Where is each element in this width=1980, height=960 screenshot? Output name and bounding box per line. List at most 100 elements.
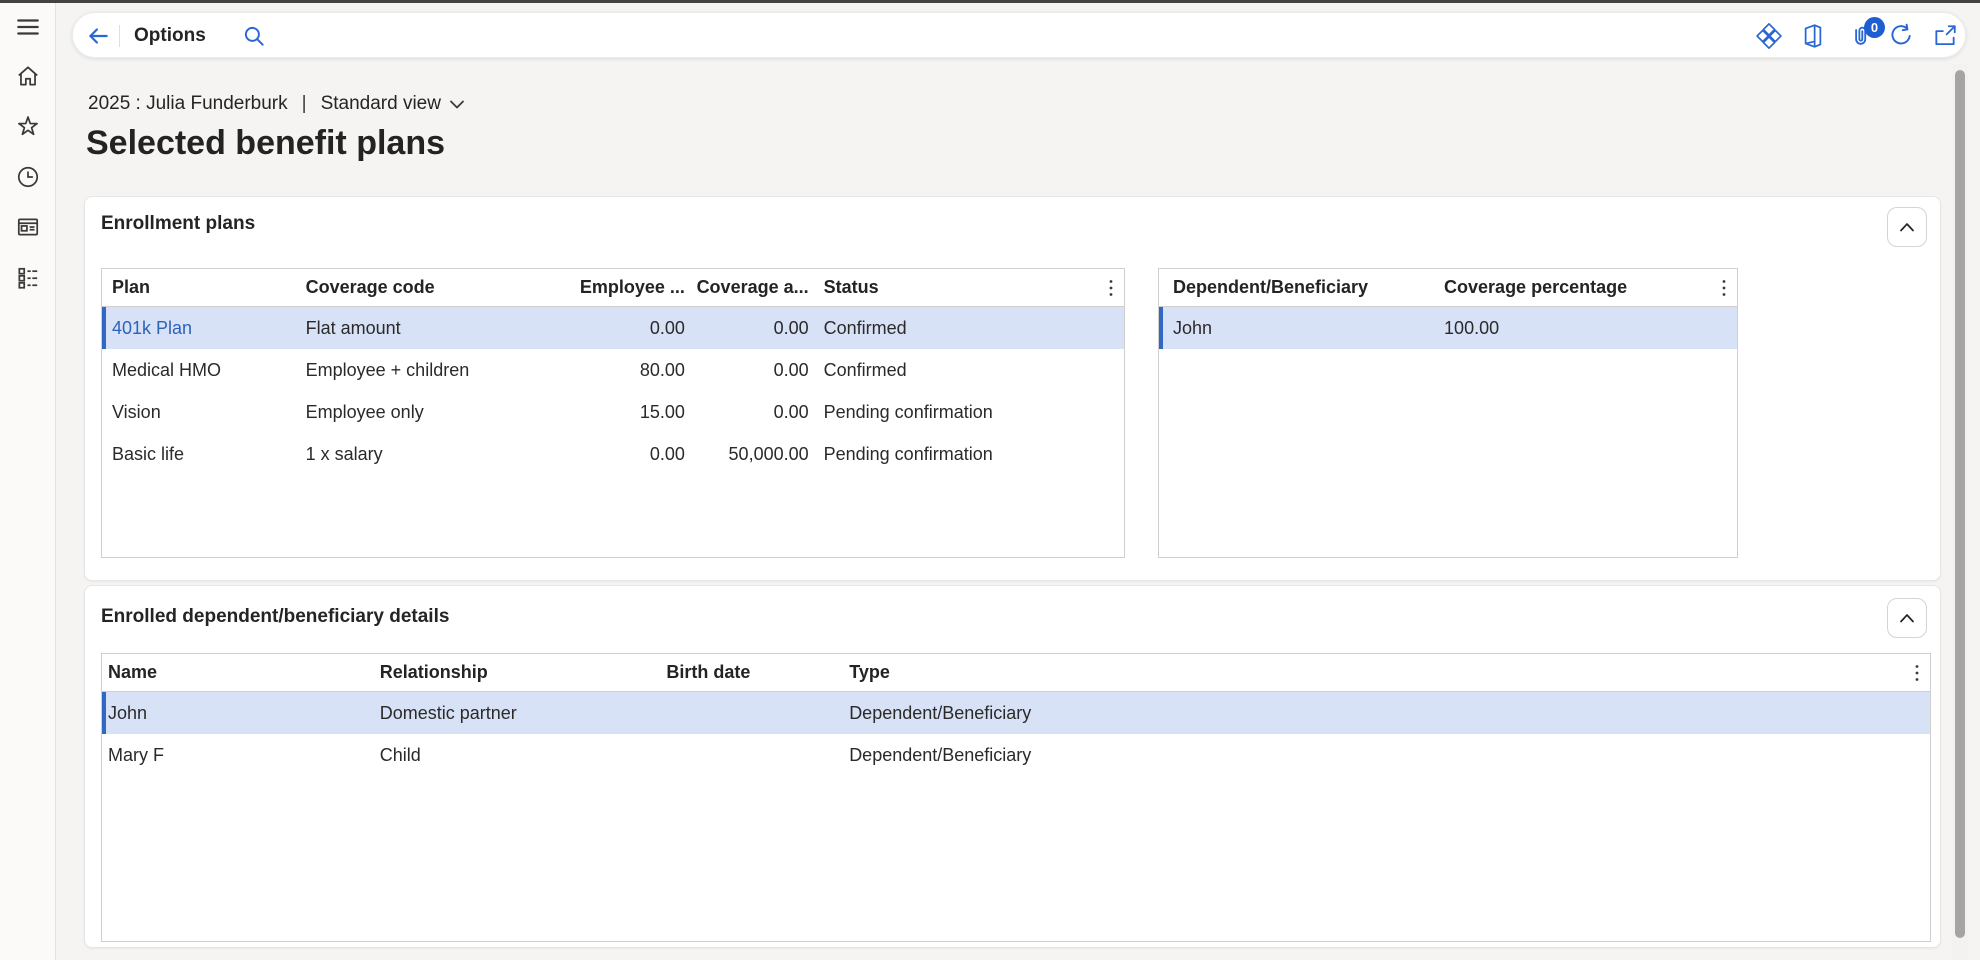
office-apps-button[interactable] — [1797, 20, 1829, 52]
cell-employee: 0.00 — [567, 433, 691, 475]
collapse-enrollment-section-button[interactable] — [1887, 207, 1927, 247]
office-icon — [1800, 23, 1826, 49]
search-icon — [241, 23, 267, 49]
cell-dependent-name: John — [1159, 307, 1438, 349]
table-row[interactable]: Vision Employee only 15.00 0.00 Pending … — [102, 391, 1124, 433]
refresh-button[interactable] — [1885, 20, 1917, 52]
cell-name: Mary F — [102, 734, 374, 776]
column-header-name[interactable]: Name — [102, 654, 374, 691]
plan-dependents-grid: Dependent/Beneficiary Coverage percentag… — [1158, 268, 1738, 558]
open-in-new-window-button[interactable] — [1929, 20, 1961, 52]
cell-relationship: Domestic partner — [374, 692, 661, 734]
column-header-coverage-amount[interactable]: Coverage a... — [691, 269, 815, 306]
cell-coverage-code: Flat amount — [298, 307, 567, 349]
column-header-coverage-code[interactable]: Coverage code — [298, 269, 567, 306]
page-title: Selected benefit plans — [86, 124, 445, 163]
cell-employee: 0.00 — [567, 307, 691, 349]
home-icon — [15, 63, 41, 89]
cell-type: Dependent/Beneficiary — [843, 692, 1880, 734]
command-bar-divider — [119, 25, 120, 47]
cell-relationship: Child — [374, 734, 661, 776]
collapse-details-section-button[interactable] — [1887, 598, 1927, 638]
column-header-type[interactable]: Type — [843, 654, 1880, 691]
plans-grid: Plan Coverage code Employee ... Coverage… — [101, 268, 1125, 558]
cell-coverage-amount: 0.00 — [691, 349, 815, 391]
column-header-plan[interactable]: Plan — [102, 269, 298, 306]
refresh-icon — [1888, 23, 1914, 49]
column-header-status[interactable]: Status — [815, 269, 1071, 306]
chevron-up-icon — [1898, 221, 1916, 233]
workspaces-form-icon — [15, 214, 41, 240]
cell-type: Dependent/Beneficiary — [843, 734, 1880, 776]
cell-coverage-percentage: 100.00 — [1438, 307, 1695, 349]
sidebar — [0, 3, 56, 960]
back-button[interactable] — [82, 20, 114, 52]
plans-grid-header: Plan Coverage code Employee ... Coverage… — [102, 269, 1124, 307]
cell-birth-date — [660, 692, 843, 734]
attachments-count-badge: 0 — [1864, 17, 1885, 38]
cell-employee: 80.00 — [567, 349, 691, 391]
cell-status: Pending confirmation — [815, 433, 1071, 475]
workspaces-button[interactable] — [12, 211, 44, 243]
details-grid-more-options-button[interactable] — [1914, 663, 1920, 683]
options-tab[interactable]: Options — [134, 13, 206, 59]
more-options-icon — [1914, 663, 1920, 683]
column-header-employee[interactable]: Employee ... — [567, 269, 691, 306]
dynamics-apps-button[interactable] — [1753, 20, 1785, 52]
plans-grid-more-options-button[interactable] — [1108, 278, 1114, 298]
menu-icon — [15, 14, 41, 40]
column-header-coverage-percentage[interactable]: Coverage percentage — [1438, 269, 1695, 306]
dependents-grid-header: Dependent/Beneficiary Coverage percentag… — [1159, 269, 1737, 307]
recent-button[interactable] — [12, 161, 44, 193]
dependents-grid-more-options-button[interactable] — [1721, 278, 1727, 298]
record-caption: 2025 : Julia Funderburk — [88, 93, 288, 115]
cell-coverage-amount: 0.00 — [691, 307, 815, 349]
menu-button[interactable] — [12, 11, 44, 43]
modules-checklist-icon — [15, 265, 41, 291]
enrollment-plans-section: Enrollment plans Plan Coverage code Empl… — [84, 196, 1941, 581]
cell-coverage-code: 1 x salary — [298, 433, 567, 475]
cell-coverage-code: Employee only — [298, 391, 567, 433]
vertical-scrollbar-thumb[interactable] — [1955, 70, 1965, 938]
table-row[interactable]: Basic life 1 x salary 0.00 50,000.00 Pen… — [102, 433, 1124, 475]
breadcrumb: 2025 : Julia Funderburk | Standard view — [88, 92, 465, 116]
column-header-birth-date[interactable]: Birth date — [660, 654, 843, 691]
cell-birth-date — [660, 734, 843, 776]
open-in-new-window-icon — [1932, 23, 1958, 49]
dynamics-icon — [1756, 23, 1782, 49]
cell-coverage-amount: 0.00 — [691, 391, 815, 433]
column-header-relationship[interactable]: Relationship — [374, 654, 661, 691]
cell-employee: 15.00 — [567, 391, 691, 433]
modules-button[interactable] — [12, 262, 44, 294]
more-options-icon — [1721, 278, 1727, 298]
table-row[interactable]: Medical HMO Employee + children 80.00 0.… — [102, 349, 1124, 391]
search-button[interactable] — [238, 20, 270, 52]
cell-status: Confirmed — [815, 349, 1071, 391]
chevron-down-icon — [449, 99, 465, 110]
favorites-button[interactable] — [12, 110, 44, 142]
breadcrumb-divider: | — [302, 93, 307, 115]
cell-status: Confirmed — [815, 307, 1071, 349]
section-title-dependent-details: Enrolled dependent/beneficiary details — [101, 606, 449, 628]
view-switcher[interactable]: Standard view — [321, 93, 465, 115]
table-row[interactable]: John Domestic partner Dependent/Benefici… — [102, 692, 1930, 734]
dependent-details-section: Enrolled dependent/beneficiary details N… — [84, 585, 1941, 948]
table-row[interactable]: John 100.00 — [1159, 307, 1737, 349]
column-header-dependent-beneficiary[interactable]: Dependent/Beneficiary — [1159, 269, 1438, 306]
cell-plan: Vision — [102, 391, 298, 433]
back-arrow-icon — [85, 23, 111, 49]
table-row[interactable]: Mary F Child Dependent/Beneficiary — [102, 734, 1930, 776]
cell-coverage-amount: 50,000.00 — [691, 433, 815, 475]
dependent-details-grid: Name Relationship Birth date Type John D… — [101, 653, 1931, 942]
command-bar: Options 0 — [72, 12, 1966, 58]
cell-plan: Medical HMO — [102, 349, 298, 391]
chevron-up-icon — [1898, 612, 1916, 624]
details-grid-header: Name Relationship Birth date Type — [102, 654, 1930, 692]
plan-link[interactable]: 401k Plan — [112, 318, 192, 339]
view-switcher-label: Standard view — [321, 93, 441, 115]
table-row[interactable]: 401k Plan Flat amount 0.00 0.00 Confirme… — [102, 307, 1124, 349]
home-button[interactable] — [12, 60, 44, 92]
attachments-button[interactable]: 0 — [1845, 20, 1877, 52]
recent-clock-icon — [15, 164, 41, 190]
window-top-border — [0, 0, 1980, 3]
